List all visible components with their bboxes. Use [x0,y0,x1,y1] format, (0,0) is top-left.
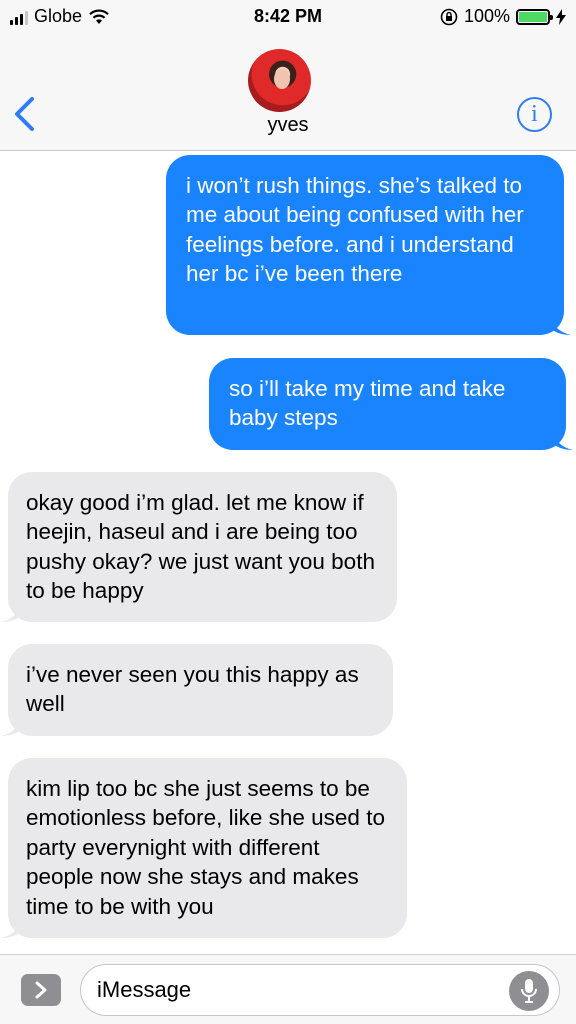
status-right: 100% [440,6,566,27]
message-input-placeholder: iMessage [97,977,192,1002]
message-bubble-incoming[interactable]: kim lip too bc she just seems to be emot… [1,758,407,938]
battery-fill [519,11,547,22]
message-text: kim lip too bc she just seems to be emot… [26,776,385,919]
conversation-header: yves i [0,34,576,151]
message-bubble-incoming[interactable]: i’ve never seen you this happy as well [1,644,393,736]
contact-name[interactable]: yves [0,114,576,137]
orientation-lock-icon [440,8,458,25]
message-text: i’ve never seen you this happy as well [26,662,359,717]
message-list: i won’t rush things. she’s talked to me … [0,151,576,954]
message-bubble-outgoing[interactable]: i won’t rush things. she’s talked to me … [166,155,571,335]
charging-bolt-icon [556,8,566,25]
message-text: i won’t rush things. she’s talked to me … [186,173,524,287]
info-icon[interactable]: i [517,97,552,132]
status-bar: Globe 8:42 PM 100% [0,0,576,34]
battery-icon [516,8,553,25]
microphone-button[interactable] [509,971,549,1011]
battery-percent: 100% [463,6,510,26]
message-input-bar: iMessage [0,954,576,1024]
message-text: so i’ll take my time and take baby steps [229,376,506,431]
message-input[interactable]: iMessage [80,964,560,1016]
apps-button[interactable] [21,974,61,1006]
message-bubble-outgoing[interactable]: so i’ll take my time and take baby steps [209,358,573,450]
chevron-right-icon [35,981,47,999]
message-bubble-incoming[interactable]: okay good i’m glad. let me know if heeji… [1,472,397,622]
contact-avatar[interactable] [248,49,311,112]
message-text: okay good i’m glad. let me know if heeji… [26,490,375,604]
microphone-icon [521,979,537,1003]
